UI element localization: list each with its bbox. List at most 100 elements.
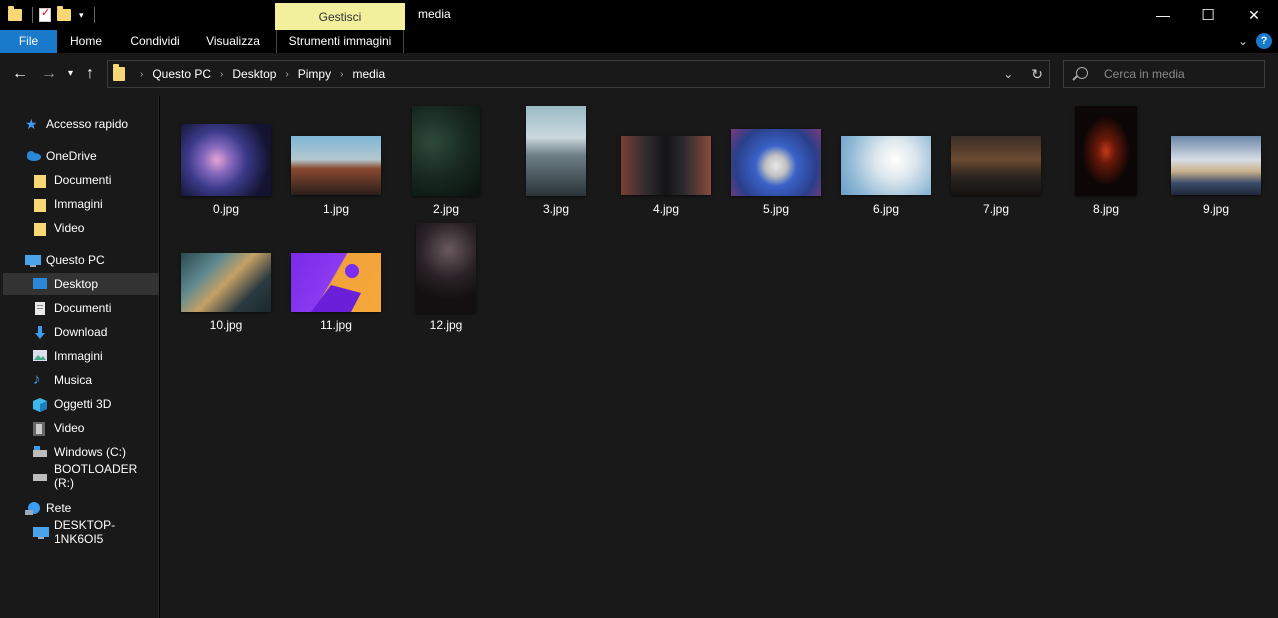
file-thumbnail[interactable] (181, 124, 271, 196)
file-list: 0.jpg 1.jpg 2.jpg 3.jpg 4.jpg 5.jpg 6.jp… (160, 96, 1278, 618)
file-name[interactable]: 4.jpg (611, 202, 721, 216)
help-icon[interactable]: ? (1256, 33, 1272, 49)
file-thumbnail[interactable] (841, 136, 931, 195)
sidebar-item-onedrive-immagini[interactable]: Immagini (3, 193, 159, 215)
desktop-icon (33, 278, 47, 290)
file-name[interactable]: 9.jpg (1161, 202, 1271, 216)
network-icon (25, 502, 40, 515)
sidebar-item-label: BOOTLOADER (R:) (54, 462, 138, 490)
music-icon: ♪ (33, 371, 41, 388)
tab-home[interactable]: Home (62, 30, 110, 53)
breadcrumb-pimpy[interactable]: Pimpy (298, 67, 331, 81)
file-name[interactable]: 3.jpg (501, 202, 611, 216)
window-title: media (418, 7, 451, 21)
tab-share[interactable]: Condividi (122, 30, 188, 53)
sidebar-item-label: Accesso rapido (46, 117, 129, 131)
navigation-pane: ★ Accesso rapido OneDrive Documenti Imma… (0, 96, 159, 618)
quick-access-toolbar: ▾ (8, 6, 95, 24)
forward-icon[interactable]: → (41, 65, 57, 83)
expand-ribbon-icon[interactable]: ⌄ (1238, 34, 1248, 48)
tab-file[interactable]: File (0, 30, 57, 53)
file-thumbnail[interactable] (621, 136, 711, 195)
star-icon: ★ (25, 116, 38, 132)
customize-toolbar-icon[interactable]: ▾ (79, 10, 84, 21)
sidebar-item-windows-c[interactable]: Windows (C:) (3, 441, 159, 463)
up-icon[interactable]: ↑ (86, 65, 94, 83)
file-thumbnail[interactable] (1075, 106, 1137, 196)
folder-icon[interactable] (8, 6, 22, 21)
refresh-icon[interactable]: ↻ (1031, 66, 1043, 83)
ribbon-controls: ⌄ ? (1238, 33, 1272, 49)
file-name[interactable]: 12.jpg (391, 318, 501, 332)
sidebar-item-desktop-1nk6oi5[interactable]: DESKTOP-1NK6OI5 (3, 518, 159, 546)
tab-image-tools[interactable]: Strumenti immagini (276, 30, 404, 53)
sidebar-item-download[interactable]: Download (3, 321, 159, 343)
toolbar-divider (32, 7, 33, 23)
sidebar-item-label: Immagini (54, 197, 103, 211)
sidebar-item-rete[interactable]: Rete (3, 497, 159, 519)
sidebar-item-desktop[interactable]: Desktop (3, 273, 159, 295)
sidebar-item-label: Desktop (54, 277, 99, 291)
file-thumbnail[interactable] (416, 223, 476, 313)
chevron-right-icon[interactable]: › (140, 69, 143, 80)
address-dropdown-icon[interactable]: ⌄ (1003, 67, 1013, 81)
tab-view[interactable]: Visualizza (200, 30, 266, 53)
toolbar-divider (93, 7, 95, 23)
drive-icon (33, 446, 47, 458)
download-icon (33, 326, 47, 339)
file-thumbnail[interactable] (1171, 136, 1261, 195)
file-thumbnail[interactable] (291, 253, 381, 312)
file-name[interactable]: 10.jpg (171, 318, 281, 332)
new-folder-icon[interactable] (57, 6, 71, 21)
file-name[interactable]: 2.jpg (391, 202, 501, 216)
sidebar-item-label: Immagini (54, 349, 103, 363)
file-thumbnail[interactable] (951, 136, 1041, 195)
file-name[interactable]: 5.jpg (721, 202, 831, 216)
chevron-right-icon[interactable]: › (220, 69, 223, 80)
sidebar-item-oggetti-3d[interactable]: Oggetti 3D (3, 393, 159, 415)
sidebar-item-quick-access[interactable]: ★ Accesso rapido (3, 113, 159, 135)
sidebar-item-label: Documenti (54, 173, 112, 187)
file-name[interactable]: 8.jpg (1051, 202, 1161, 216)
file-thumbnail[interactable] (412, 106, 480, 196)
sidebar-item-onedrive-video[interactable]: Video (3, 217, 159, 239)
sidebar-item-video[interactable]: Video (3, 417, 159, 439)
search-icon (1076, 67, 1088, 79)
folder-icon (113, 64, 125, 81)
chevron-right-icon[interactable]: › (340, 69, 343, 80)
drive-icon (33, 470, 47, 482)
address-bar[interactable]: › Questo PC › Desktop › Pimpy › media ⌄ … (107, 60, 1050, 88)
file-thumbnail[interactable] (731, 129, 821, 196)
maximize-button[interactable]: ☐ (1185, 0, 1231, 30)
sidebar-item-bootloader-r[interactable]: BOOTLOADER (R:) (3, 462, 159, 490)
sidebar-item-immagini[interactable]: Immagini (3, 345, 159, 367)
file-thumbnail[interactable] (291, 136, 381, 195)
sidebar-item-onedrive-documenti[interactable]: Documenti (3, 169, 159, 191)
sidebar-item-musica[interactable]: ♪ Musica (3, 369, 159, 391)
folder-icon (33, 174, 47, 188)
file-name[interactable]: 0.jpg (171, 202, 281, 216)
back-icon[interactable]: ← (12, 65, 28, 83)
properties-icon[interactable] (39, 6, 51, 22)
address-tools: ⌄ ↻ (1003, 61, 1043, 87)
breadcrumb-questo-pc[interactable]: Questo PC (152, 67, 211, 81)
sidebar-item-questo-pc[interactable]: Questo PC (3, 249, 159, 271)
file-name[interactable]: 6.jpg (831, 202, 941, 216)
file-name[interactable]: 11.jpg (281, 318, 391, 332)
cube-icon (33, 398, 47, 412)
recent-locations-icon[interactable]: ▾ (68, 68, 73, 79)
breadcrumb-media[interactable]: media (352, 67, 385, 81)
sidebar-item-onedrive[interactable]: OneDrive (3, 145, 159, 167)
minimize-button[interactable]: — (1140, 0, 1186, 30)
chevron-right-icon[interactable]: › (285, 69, 288, 80)
breadcrumb-desktop[interactable]: Desktop (232, 67, 276, 81)
search-box[interactable]: Cerca in media (1063, 60, 1265, 88)
file-name[interactable]: 1.jpg (281, 202, 391, 216)
sidebar-item-documenti[interactable]: Documenti (3, 297, 159, 319)
sidebar-item-label: Oggetti 3D (54, 397, 112, 411)
file-name[interactable]: 7.jpg (941, 202, 1051, 216)
file-thumbnail[interactable] (526, 106, 586, 196)
close-button[interactable]: ✕ (1231, 0, 1277, 30)
context-tab-gestisci[interactable]: Gestisci (275, 3, 405, 30)
file-thumbnail[interactable] (181, 253, 271, 312)
